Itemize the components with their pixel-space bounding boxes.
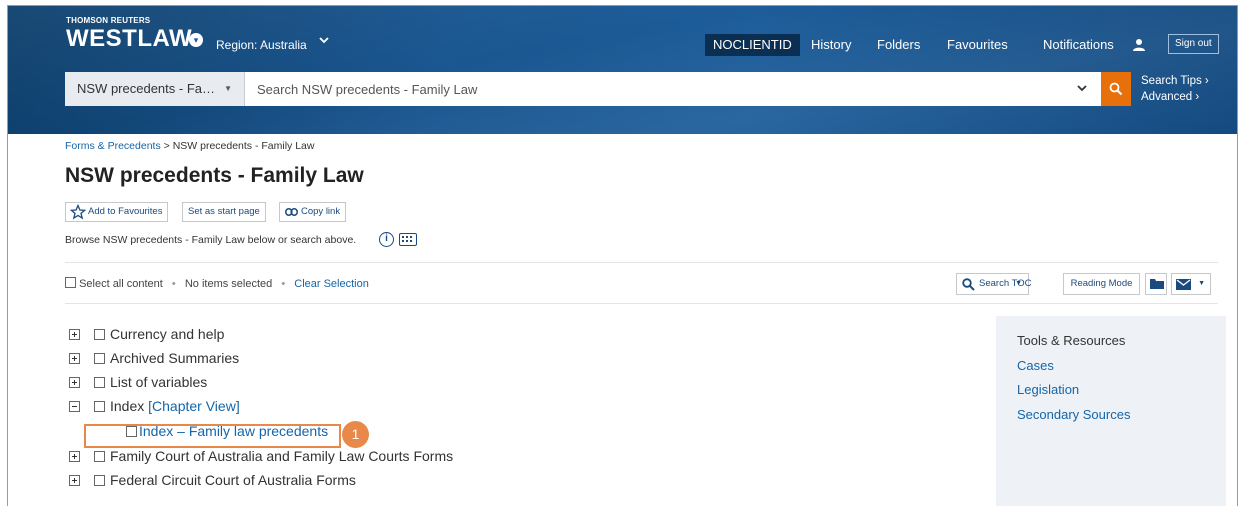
search-history-chevron-icon[interactable]: [1075, 81, 1089, 95]
separator-dot: •: [281, 278, 286, 290]
highlight-box: [84, 424, 341, 448]
folder-icon: [1150, 279, 1164, 289]
toc-item-label[interactable]: Currency and help: [110, 324, 224, 344]
scope-caret-icon: ▼: [224, 84, 232, 93]
brand-logo[interactable]: WESTLAW: [66, 25, 192, 53]
separator-dot: •: [171, 278, 176, 290]
copy-link-button[interactable]: Copy link: [279, 202, 347, 222]
caret-down-icon: ▼: [1015, 280, 1022, 287]
user-icon[interactable]: [1132, 38, 1146, 52]
search-tips-link[interactable]: Search Tips ›: [1141, 73, 1209, 89]
toc-item-label[interactable]: Archived Summaries: [110, 348, 239, 368]
toc-item-index-label[interactable]: Index: [110, 398, 144, 414]
toc-item-label: Index [Chapter View]: [110, 396, 240, 416]
search-toc-button[interactable]: Search TOC ▼: [956, 273, 1032, 295]
nav-history[interactable]: History: [811, 34, 851, 56]
link-icon: [285, 208, 298, 216]
divider: [65, 303, 1218, 304]
keyboard-shortcuts-icon[interactable]: [399, 233, 417, 246]
chapter-view-link[interactable]: [Chapter View]: [148, 398, 240, 414]
divider: [65, 262, 1218, 263]
search-scope-dropdown[interactable]: NSW precedents - Fa… ▼: [65, 72, 245, 106]
search-icon: [1109, 82, 1123, 96]
tools-resources-panel: Tools & Resources Cases Legislation Seco…: [996, 316, 1226, 506]
caret-down-icon: ▼: [1198, 280, 1205, 287]
copy-link-label: Copy link: [301, 206, 341, 217]
tools-link-cases[interactable]: Cases: [1017, 358, 1054, 373]
toc-checkbox[interactable]: [94, 329, 105, 340]
search-scope-label: NSW precedents - Fa…: [77, 81, 215, 96]
region-selector[interactable]: Region: Australia: [216, 38, 307, 52]
toc-item-label[interactable]: Federal Circuit Court of Australia Forms: [110, 470, 356, 490]
tools-link-secondary-sources[interactable]: Secondary Sources: [1017, 407, 1130, 422]
expand-icon[interactable]: [69, 475, 80, 486]
sign-out-button[interactable]: Sign out: [1168, 34, 1219, 54]
nav-notifications[interactable]: Notifications: [1043, 34, 1114, 56]
selection-bar: Select all content • No items selected •…: [65, 277, 369, 290]
collapse-icon[interactable]: [69, 401, 80, 412]
toc-item-label[interactable]: Family Court of Australia and Family Law…: [110, 446, 453, 466]
page-title: NSW precedents - Family Law: [65, 164, 364, 187]
expand-icon[interactable]: [69, 329, 80, 340]
product-menu-icon[interactable]: ▾: [189, 33, 203, 47]
add-to-favourites-label: Add to Favourites: [88, 206, 163, 217]
client-id-button[interactable]: NOCLIENTID: [705, 34, 800, 56]
breadcrumb-separator: >: [163, 140, 170, 152]
search-bar: NSW precedents - Fa… ▼: [65, 72, 1101, 106]
advanced-search-link[interactable]: Advanced ›: [1141, 89, 1209, 105]
toc-checkbox[interactable]: [94, 377, 105, 388]
expand-icon[interactable]: [69, 353, 80, 364]
breadcrumb: Forms & Precedents > NSW precedents - Fa…: [65, 140, 314, 152]
clear-selection-link[interactable]: Clear Selection: [294, 278, 369, 290]
toc-item-label[interactable]: List of variables: [110, 372, 207, 392]
expand-icon[interactable]: [69, 377, 80, 388]
breadcrumb-link-forms[interactable]: Forms & Precedents: [65, 140, 161, 152]
search-icon: [962, 278, 975, 291]
callout-badge: 1: [342, 421, 369, 448]
select-all-checkbox[interactable]: [65, 277, 76, 288]
region-chevron-icon[interactable]: [318, 34, 330, 49]
header-banner: THOMSON REUTERS WESTLAW ▾ Region: Austra…: [8, 6, 1237, 134]
expand-icon[interactable]: [69, 451, 80, 462]
toc-checkbox[interactable]: [94, 353, 105, 364]
nav-favourites[interactable]: Favourites: [947, 34, 1008, 56]
nav-folders[interactable]: Folders: [877, 34, 920, 56]
search-input[interactable]: [255, 72, 1035, 106]
set-start-page-button[interactable]: Set as start page: [182, 202, 266, 222]
toc-checkbox[interactable]: [94, 401, 105, 412]
brand-company: THOMSON REUTERS: [66, 16, 151, 25]
browse-instructions: Browse NSW precedents - Family Law below…: [65, 234, 357, 246]
star-icon: [70, 204, 86, 220]
tools-link-legislation[interactable]: Legislation: [1017, 382, 1079, 397]
folder-button[interactable]: [1145, 273, 1167, 295]
info-icon[interactable]: i: [379, 232, 394, 247]
search-links: Search Tips › Advanced ›: [1141, 73, 1209, 105]
search-button[interactable]: [1101, 72, 1131, 106]
toc-checkbox[interactable]: [94, 451, 105, 462]
header-sheen: [8, 6, 1237, 134]
select-all-label[interactable]: Select all content: [79, 278, 163, 290]
toc-checkbox[interactable]: [94, 475, 105, 486]
reading-mode-button[interactable]: Reading Mode: [1063, 273, 1140, 295]
add-to-favourites-button[interactable]: Add to Favourites: [65, 202, 169, 222]
tools-title: Tools & Resources: [1017, 333, 1126, 348]
email-button[interactable]: ▼: [1171, 273, 1211, 295]
search-toc-label: Search TOC: [979, 278, 1032, 289]
envelope-icon: [1176, 279, 1191, 290]
selection-status: No items selected: [184, 278, 273, 290]
breadcrumb-current: NSW precedents - Family Law: [172, 140, 315, 152]
browser-frame: THOMSON REUTERS WESTLAW ▾ Region: Austra…: [7, 5, 1238, 506]
